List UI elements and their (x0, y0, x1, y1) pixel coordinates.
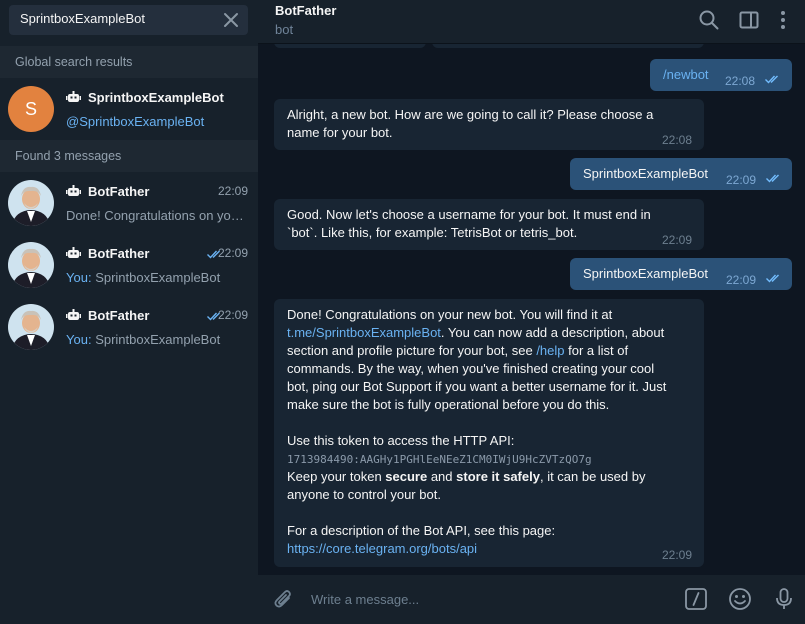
attach-icon[interactable] (272, 587, 294, 611)
search-icon[interactable] (698, 9, 720, 31)
snippet-text: SprintboxExampleBot (95, 332, 221, 347)
message-text: SprintboxExampleBot (583, 166, 709, 181)
message-line: Done! Congratulations on your new bot. Y… (287, 307, 613, 322)
snippet-text: SprintboxExampleBot (95, 270, 221, 285)
help-command-link[interactable]: /help (536, 343, 564, 358)
message-time: 22:08 (662, 133, 693, 147)
search-box[interactable]: SprintboxExampleBot (9, 5, 248, 35)
message-line: For a description of the Bot API, see th… (287, 523, 556, 538)
message-line: Alright, a new bot. How are we going to … (287, 107, 654, 122)
avatar (8, 180, 54, 226)
message-text: , it can be used by (539, 469, 646, 484)
avatar (8, 304, 54, 350)
message-text: for a list of (564, 343, 629, 358)
message-line: section and profile picture for your bot… (287, 342, 628, 360)
message-line: commands. By the way, when you've finish… (287, 361, 655, 376)
message-bubble-partial (274, 44, 426, 48)
bot-api-link[interactable]: https://core.telegram.org/bots/api (287, 540, 477, 558)
result-title: BotFather (88, 308, 150, 323)
search-result-bot[interactable]: S SprintboxExampleBot @SprintboxExampleB… (0, 78, 258, 140)
you-prefix: You: (66, 270, 92, 285)
bot-link[interactable]: t.me/SprintboxExampleBot (287, 325, 441, 340)
sidebar-toggle-icon[interactable] (738, 9, 760, 31)
message-line: `bot`. Like this, for example: TetrisBot… (287, 225, 578, 240)
message-result[interactable]: BotFather 22:09 You: SprintboxExampleBot (0, 296, 258, 358)
message-result[interactable]: BotFather 22:09 Done! Congratulations on… (0, 172, 258, 234)
bold-text: store it safely (456, 469, 540, 484)
message-text: . You can now add a description, about (440, 325, 665, 340)
result-time: 22:09 (217, 184, 248, 198)
message-line: Use this token to access the HTTP API: (287, 433, 515, 448)
result-title: BotFather (88, 246, 150, 261)
result-username: @SprintboxExampleBot (66, 114, 205, 129)
message-line: bot, ping our Bot Support if you want a … (287, 379, 667, 394)
you-prefix: You: (66, 332, 92, 347)
bot-icon (66, 91, 81, 102)
message-line: anyone to control your bot. (287, 487, 441, 502)
message-text: Keep your token (287, 469, 386, 484)
result-time: 22:09 (217, 246, 248, 260)
avatar: S (8, 86, 54, 132)
bold-text: secure (385, 469, 428, 484)
avatar (8, 242, 54, 288)
message-time: 22:09 (726, 273, 757, 287)
result-time: 22:09 (217, 308, 248, 322)
double-check-icon (766, 174, 779, 183)
chat-header: BotFather bot (258, 0, 805, 44)
message-line: t.me/SprintboxExampleBot. You can now ad… (287, 324, 664, 342)
bot-command-icon[interactable] (684, 587, 708, 611)
result-snippet: You: SprintboxExampleBot (66, 270, 248, 285)
message-incoming[interactable]: Done! Congratulations on your new bot. Y… (274, 299, 704, 567)
message-time: 22:08 (725, 74, 756, 88)
message-time: 22:09 (726, 173, 757, 187)
double-check-icon (765, 75, 778, 84)
result-snippet: Done! Congratulations on your new bot. Y… (66, 208, 248, 223)
result-snippet: You: SprintboxExampleBot (66, 332, 248, 347)
close-icon[interactable] (222, 11, 240, 29)
message-line: Good. Now let's choose a username for yo… (287, 207, 651, 222)
bot-icon (66, 309, 81, 320)
message-text[interactable]: /newbot (663, 66, 709, 84)
found-messages-header: Found 3 messages (0, 140, 258, 172)
message-text: SprintboxExampleBot (583, 266, 709, 281)
chat-status: bot (275, 22, 294, 37)
message-line: Keep your token secure and store it safe… (287, 468, 645, 486)
message-text: section and profile picture for your bot… (287, 343, 537, 358)
message-text: and (427, 469, 457, 484)
microphone-icon[interactable] (772, 587, 796, 611)
bot-icon (66, 185, 81, 196)
message-time: 22:09 (662, 233, 693, 247)
message-input[interactable]: Write a message... (311, 592, 419, 607)
message-bubble-partial (432, 44, 704, 48)
message-incoming[interactable]: Good. Now let's choose a username for yo… (274, 199, 704, 250)
message-list[interactable]: /newbot 22:08 Alright, a new bot. How ar… (258, 44, 805, 575)
global-results-header: Global search results (0, 46, 258, 78)
message-outgoing[interactable]: SprintboxExampleBot 22:09 (570, 258, 792, 290)
result-title: BotFather (88, 184, 150, 199)
message-outgoing[interactable]: /newbot 22:08 (650, 59, 792, 91)
api-token[interactable]: 1713984490:AAGHy1PGHlEeNEeZ1CM0IWjU9HcZV… (287, 451, 592, 469)
message-incoming[interactable]: Alright, a new bot. How are we going to … (274, 99, 704, 150)
more-vertical-icon[interactable] (772, 9, 794, 31)
sidebar: SprintboxExampleBot Global search result… (0, 0, 258, 624)
message-outgoing[interactable]: SprintboxExampleBot 22:09 (570, 158, 792, 190)
bot-icon (66, 247, 81, 258)
composer: Write a message... (258, 575, 805, 624)
message-time: 22:09 (662, 548, 693, 562)
message-line: make sure the bot is fully operational b… (287, 397, 610, 412)
double-check-icon (766, 274, 779, 283)
chat-title[interactable]: BotFather (275, 3, 336, 18)
message-result[interactable]: BotFather 22:09 You: SprintboxExampleBot (0, 234, 258, 296)
message-line: name for your bot. (287, 125, 393, 140)
emoji-icon[interactable] (728, 587, 752, 611)
search-input[interactable]: SprintboxExampleBot (20, 11, 145, 26)
result-title: SprintboxExampleBot (88, 90, 224, 105)
